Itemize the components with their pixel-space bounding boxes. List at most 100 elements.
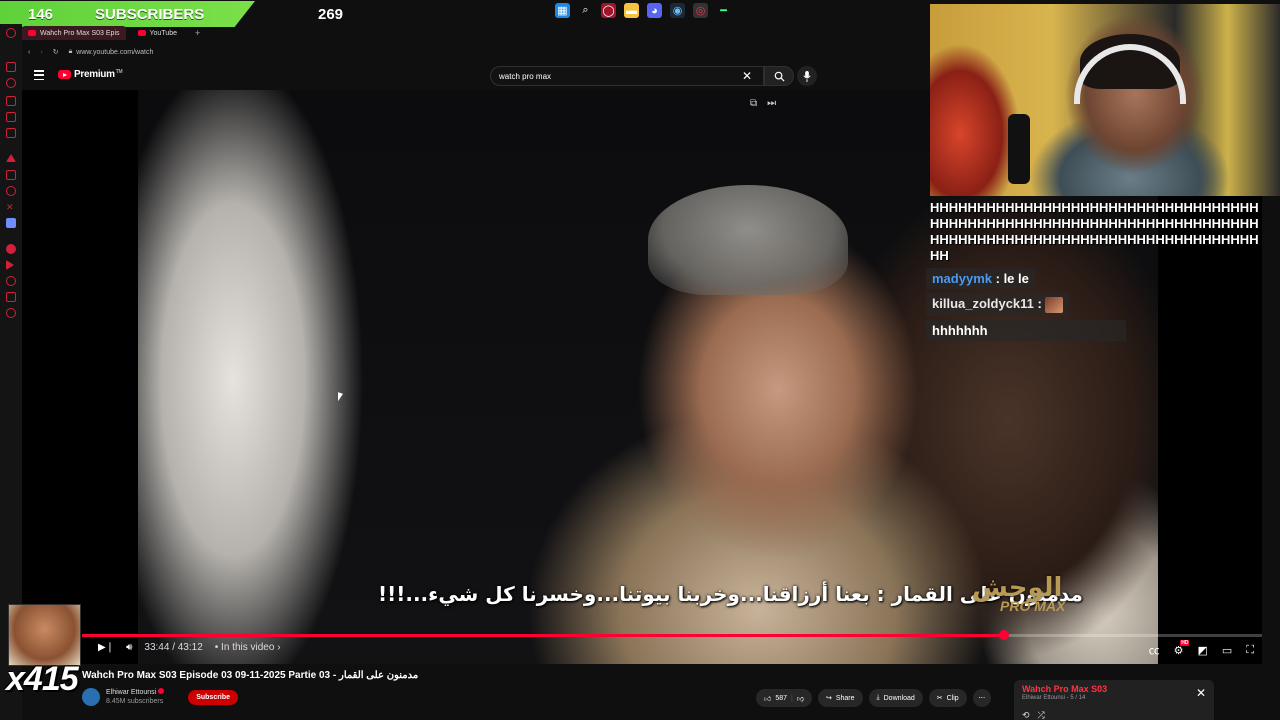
share-button[interactable]: ↪ Share: [817, 689, 863, 707]
channel-name[interactable]: Elhiwar Ettounsi: [106, 689, 156, 696]
more-actions-button[interactable]: ⋯: [972, 689, 991, 707]
back-icon[interactable]: ‹: [28, 49, 30, 56]
theater-mode-icon[interactable]: ▭: [1222, 644, 1232, 657]
sidebar-history-icon[interactable]: [6, 78, 16, 88]
premium-label: Premium: [74, 69, 115, 80]
sidebar-extension-icon[interactable]: [6, 218, 16, 228]
chat-text: hhhhhhh: [932, 322, 988, 338]
tab-bar: Wahch Pro Max S03 Epis YouTube +: [22, 26, 206, 40]
youtube-play-icon: [58, 70, 71, 79]
watermark-latin: PRO MAX: [1000, 598, 1066, 614]
new-tab-button[interactable]: +: [189, 26, 206, 40]
clear-search-icon[interactable]: ✕: [742, 70, 752, 82]
progress-bar[interactable]: [82, 630, 1262, 640]
next-video-icon[interactable]: ▶❘: [98, 642, 114, 653]
tab-wahch-pro-max[interactable]: Wahch Pro Max S03 Epis: [22, 26, 126, 40]
sidebar-home-icon[interactable]: [6, 62, 16, 72]
controls-left: ▶❘ 🔊︎ 33:44 / 43:12 • In this video ›: [98, 642, 281, 653]
youtube-logo[interactable]: Premium TM: [58, 68, 123, 80]
opera-logo-icon[interactable]: [6, 28, 16, 38]
sidebar-messenger-icon[interactable]: [6, 112, 16, 122]
voice-search-button[interactable]: [797, 66, 817, 86]
like-count: 587: [775, 694, 788, 702]
search-input[interactable]: watch pro max: [490, 66, 764, 86]
close-playlist-icon[interactable]: ✕: [1196, 686, 1206, 700]
playlist-title[interactable]: Wahch Pro Max S03: [1022, 684, 1206, 694]
windows-icon[interactable]: ▦: [555, 3, 570, 18]
meme-image: [8, 604, 81, 666]
progress-scrubber[interactable]: [998, 630, 1009, 640]
sidebar-whatsapp-icon[interactable]: [6, 128, 16, 138]
video-person: [648, 185, 848, 295]
channel-avatar[interactable]: [82, 688, 100, 706]
search-button[interactable]: [764, 66, 794, 86]
app-icon[interactable]: ━: [716, 3, 731, 18]
forward-icon[interactable]: ›: [40, 49, 42, 56]
subscribers-label: SUBSCRIBERS: [95, 5, 205, 23]
chat-message: madyymk : le le: [926, 268, 1035, 289]
time-display: 33:44 / 43:12: [144, 642, 203, 653]
youtube-header: Premium TM watch pro max ✕: [22, 62, 930, 90]
download-label: Download: [883, 694, 915, 702]
miniplayer-icon[interactable]: ⧉: [750, 98, 757, 109]
sidebar-instagram-icon[interactable]: [6, 186, 16, 196]
sidebar-box-icon[interactable]: [6, 292, 16, 302]
sidebar-play-icon[interactable]: [6, 260, 14, 270]
folder-icon[interactable]: ▬: [624, 3, 639, 18]
like-button[interactable]: 👍︎ 587 | 👎︎: [756, 689, 812, 707]
chapter-button[interactable]: • In this video ›: [215, 642, 281, 653]
sidebar-discord-icon[interactable]: [6, 170, 16, 180]
chat-emote: [1045, 296, 1064, 313]
clip-button[interactable]: ✂ Clip: [928, 689, 967, 707]
sidebar-triangle-icon[interactable]: [6, 154, 16, 162]
sidebar-music-icon[interactable]: [6, 244, 16, 254]
verified-icon: [158, 688, 165, 694]
chat-message: HHHHHHHHHHHHHHHHHHHHHHHHHHHHHHHHHHHHHHHH…: [930, 200, 1259, 263]
search-query: watch pro max: [499, 71, 552, 81]
search-icon[interactable]: ⌕: [578, 3, 593, 18]
download-icon: ⤓: [876, 694, 880, 701]
show-watermark: الوحش PRO MAX: [972, 574, 1102, 624]
thumbs-down-icon[interactable]: 👎︎: [797, 694, 804, 703]
discord-icon[interactable]: ◕: [647, 3, 662, 18]
volume-icon[interactable]: 🔊︎: [126, 642, 132, 653]
sidebar-x-icon[interactable]: ✕: [6, 202, 16, 212]
captions-icon[interactable]: ㏄: [1149, 642, 1160, 658]
tab-label: YouTube: [149, 29, 178, 37]
steam-icon[interactable]: ◉: [670, 3, 685, 18]
skip-icon[interactable]: ⏭: [767, 98, 776, 109]
url-box[interactable]: 🔒︎ www.youtube.com/watch: [69, 48, 154, 56]
chat-username: killua_zoldyck11: [932, 296, 1034, 311]
shuffle-icon[interactable]: ⤮: [1038, 710, 1045, 720]
chat-username: madyymk: [932, 271, 992, 286]
sidebar-wallet-icon[interactable]: [6, 96, 16, 106]
youtube-tab-icon: [137, 30, 146, 36]
opera-gx-icon[interactable]: ◯: [601, 3, 616, 18]
sidebar-settings-icon[interactable]: [6, 308, 16, 318]
playlist-subtitle: Elhiwar Ettounsi - 5 / 14: [1022, 695, 1086, 701]
clip-label: Clip: [946, 694, 959, 702]
settings-icon[interactable]: ⚙ HD: [1174, 639, 1190, 657]
channel-row: Elhiwar Ettounsi 8.45M subscribers Subsc…: [82, 688, 239, 706]
screen: 146 SUBSCRIBERS 269 ▦ ⌕ ◯ ▬ ◕ ◉ ◎ ━ ✕ Wa…: [0, 0, 1280, 720]
trademark-label: TM: [115, 68, 123, 75]
lock-icon: 🔒︎: [68, 48, 73, 55]
subscribe-button[interactable]: Subscribe: [188, 689, 239, 705]
reload-icon[interactable]: ↻: [53, 48, 59, 56]
player-top-icons: ⧉ ⏭: [750, 98, 776, 109]
streamer-microphone: [1008, 114, 1030, 184]
hamburger-menu-icon[interactable]: [34, 70, 44, 80]
fullscreen-icon[interactable]: ⛶: [1246, 644, 1254, 657]
sidebar-clock-icon[interactable]: [6, 276, 16, 286]
address-bar: ‹ › ↻ 🔒︎ www.youtube.com/watch: [22, 44, 930, 60]
share-label: Share: [835, 694, 855, 702]
loop-icon[interactable]: ⟲: [1022, 710, 1030, 720]
share-icon: ↪: [825, 695, 832, 702]
download-button[interactable]: ⤓ Download: [868, 689, 923, 707]
miniplayer-button-icon[interactable]: ◩: [1197, 644, 1207, 657]
mouse-cursor: [338, 392, 343, 403]
subscriber-count: 146: [28, 5, 54, 23]
controls-right: ㏄ ⚙ HD ◩ ▭ ⛶: [1149, 639, 1254, 658]
obs-icon[interactable]: ◎: [693, 3, 708, 18]
tab-youtube[interactable]: YouTube: [132, 26, 184, 40]
